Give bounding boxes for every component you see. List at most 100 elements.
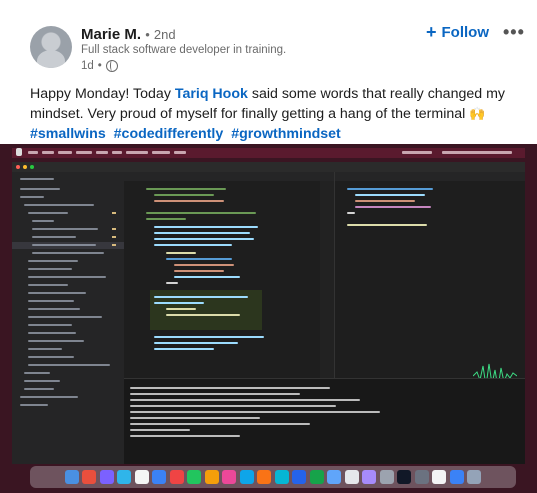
author-name[interactable]: Marie M. (81, 26, 141, 43)
explorer-item (32, 244, 96, 246)
explorer-item (28, 284, 68, 286)
app-icon[interactable] (414, 470, 429, 484)
explorer-item (24, 372, 50, 374)
menubar-item (126, 151, 148, 154)
terminal-panel[interactable] (124, 378, 525, 464)
explorer-item (24, 388, 54, 390)
menubar-clock (442, 151, 512, 154)
hashtag-codedifferently[interactable]: #codedifferently (114, 126, 224, 142)
code-line (154, 342, 238, 344)
code-line (154, 194, 214, 196)
trash-icon[interactable] (467, 470, 482, 484)
code-editor[interactable] (124, 172, 334, 378)
terminal-line (130, 405, 336, 407)
code-line (154, 336, 264, 338)
modified-marker (112, 212, 116, 214)
more-options-icon[interactable]: ••• (503, 22, 525, 43)
menubar-item (112, 151, 122, 154)
code-line (146, 212, 256, 214)
app-icon[interactable] (379, 470, 394, 484)
app-icon[interactable] (309, 470, 324, 484)
code-line (347, 188, 433, 190)
app-icon[interactable] (397, 470, 412, 484)
explorer-item (28, 212, 68, 214)
app-icon[interactable] (292, 470, 307, 484)
terminal-line (130, 435, 240, 437)
minimap (320, 181, 334, 378)
code-line (174, 264, 234, 266)
apple-icon (16, 148, 22, 156)
close-icon (16, 165, 20, 169)
explorer-item (28, 332, 76, 334)
menubar-item (96, 151, 108, 154)
app-icon[interactable] (152, 470, 167, 484)
file-explorer (12, 172, 124, 464)
post-image[interactable] (0, 144, 537, 493)
app-icon[interactable] (99, 470, 114, 484)
follow-button[interactable]: + Follow (426, 22, 489, 42)
hashtag-growthmindset[interactable]: #growthmindset (231, 126, 341, 142)
menubar-item (58, 151, 72, 154)
explorer-item (28, 348, 62, 350)
explorer-item (28, 276, 106, 278)
post-card: Marie M. • 2nd Full stack software devel… (0, 0, 537, 493)
app-icon[interactable] (344, 470, 359, 484)
menubar-status (402, 151, 432, 154)
code-line (146, 188, 226, 190)
hashtag-smallwins[interactable]: #smallwins (30, 126, 106, 142)
editor-tabs (124, 172, 334, 181)
terminal-line (130, 417, 260, 419)
connection-degree: 2nd (153, 27, 176, 42)
app-icon[interactable] (327, 470, 342, 484)
plus-icon: + (426, 22, 437, 42)
code-line (146, 218, 186, 220)
finder-icon[interactable] (64, 470, 79, 484)
minimize-icon (23, 165, 27, 169)
app-icon[interactable] (134, 470, 149, 484)
explorer-item (28, 356, 74, 358)
code-editor-split[interactable] (334, 172, 525, 389)
avatar[interactable] (30, 26, 72, 68)
explorer-item (32, 220, 54, 222)
app-icon[interactable] (257, 470, 272, 484)
code-line (154, 296, 248, 298)
explorer-item (28, 300, 74, 302)
menubar-item (152, 151, 170, 154)
explorer-item (32, 228, 98, 230)
mac-dock (30, 466, 516, 488)
editor-tabs (335, 172, 525, 181)
app-icon[interactable] (169, 470, 184, 484)
app-icon[interactable] (187, 470, 202, 484)
mention-link[interactable]: Tariq Hook (175, 86, 248, 102)
app-icon[interactable] (432, 470, 447, 484)
explorer-item (20, 196, 44, 198)
meta-separator: • (97, 60, 102, 72)
code-line (166, 252, 196, 254)
explorer-item (28, 268, 72, 270)
app-icon[interactable] (362, 470, 377, 484)
code-line (154, 238, 254, 240)
window-controls (16, 165, 34, 169)
author-line: Marie M. • 2nd (81, 26, 176, 43)
code-line (174, 276, 240, 278)
app-icon[interactable] (117, 470, 132, 484)
hashtag-list: #smallwins #codedifferently #growthminds… (30, 124, 520, 144)
post-meta: 1d • (81, 60, 118, 72)
explorer-item (28, 292, 86, 294)
explorer-item (20, 188, 60, 190)
code-line (355, 200, 415, 202)
explorer-item (28, 260, 78, 262)
explorer-item (28, 364, 110, 366)
explorer-header (20, 178, 54, 180)
menubar-item (174, 151, 186, 154)
explorer-item (20, 396, 78, 398)
app-icon[interactable] (82, 470, 97, 484)
app-icon[interactable] (274, 470, 289, 484)
app-icon[interactable] (204, 470, 219, 484)
window-titlebar (12, 162, 525, 172)
post-text-before: Happy Monday! Today (30, 86, 175, 102)
app-icon[interactable] (239, 470, 254, 484)
app-icon[interactable] (222, 470, 237, 484)
explorer-item (20, 404, 48, 406)
app-icon[interactable] (449, 470, 464, 484)
